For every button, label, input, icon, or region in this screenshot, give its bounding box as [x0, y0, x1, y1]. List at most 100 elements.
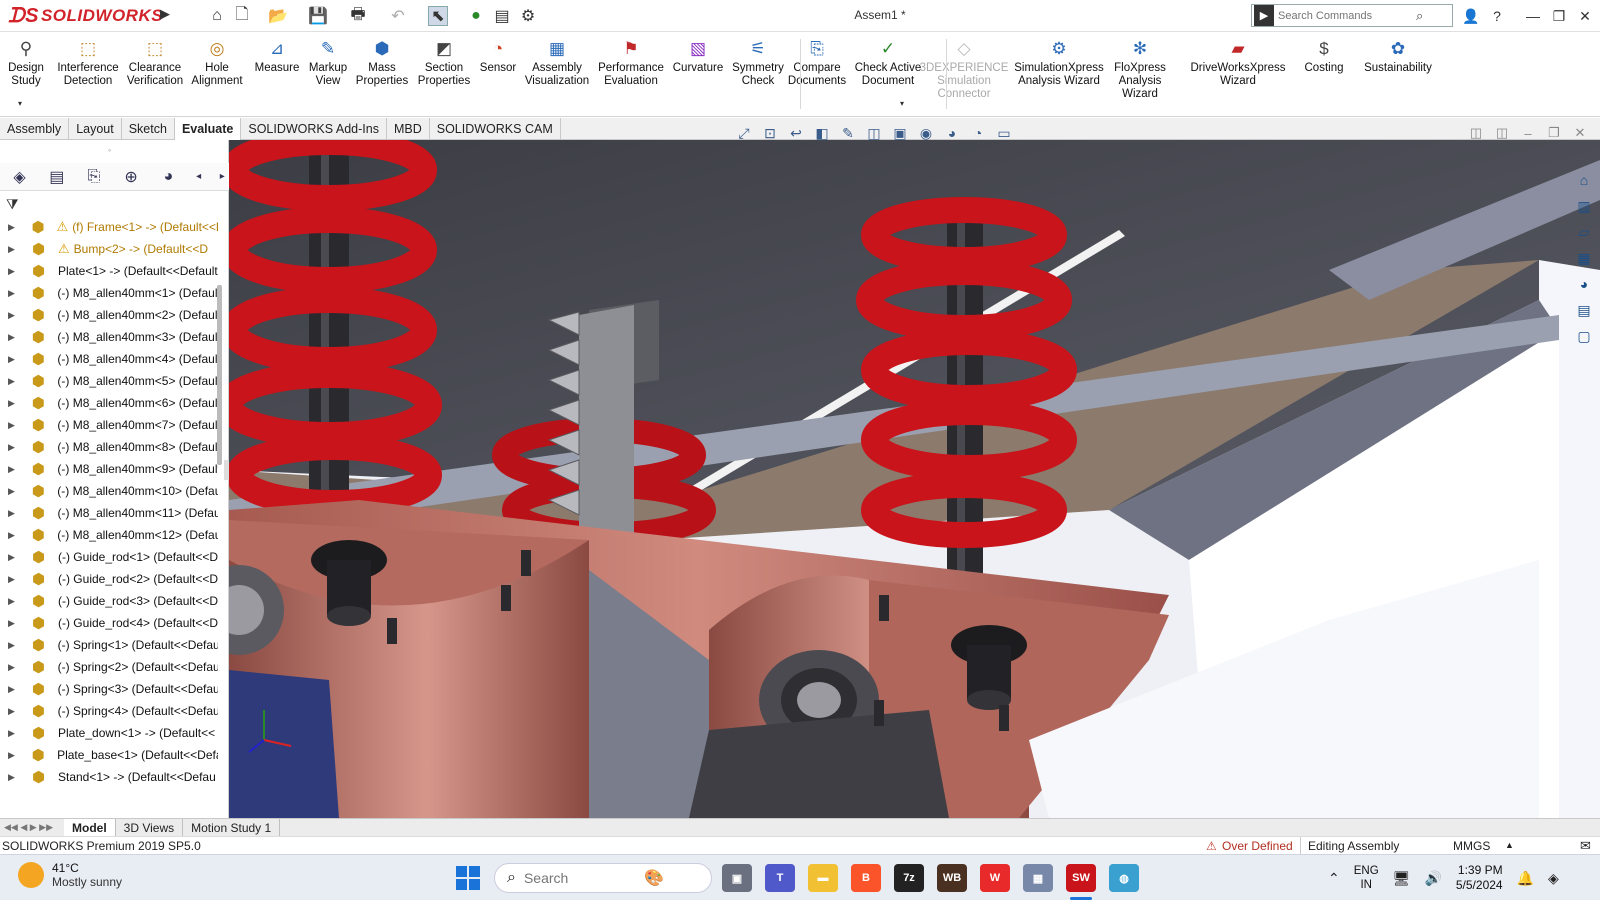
expand-arrow-icon[interactable]: ▶ — [8, 398, 20, 409]
tree-item[interactable]: ▶ ⬢ ⚠ (f) Frame<1> -> (Default<<D — [0, 216, 218, 238]
expand-arrow-icon[interactable]: ▶ — [8, 332, 20, 343]
tree-item[interactable]: ▶ ⬢ (-) Spring<3> (Default<<Defau — [0, 678, 218, 700]
edit-appearance-icon[interactable]: ◕ — [943, 124, 961, 142]
teams-icon[interactable]: T — [765, 864, 795, 892]
graphics-area[interactable] — [229, 140, 1600, 818]
7zip-icon[interactable]: 7z — [894, 864, 924, 892]
tab-scroll-right-icon[interactable]: ▸ — [215, 165, 229, 189]
print-icon[interactable]: 🖶 — [348, 6, 368, 26]
expand-arrow-icon[interactable]: ▶ — [8, 640, 20, 651]
feature-manager-tab-icon[interactable]: ◈ — [6, 165, 33, 189]
simulationxpress-button[interactable]: ⚙ SimulationXpress Analysis Wizard — [1014, 37, 1104, 88]
expand-arrow-icon[interactable]: ▶ — [8, 310, 20, 321]
unit-dropdown-icon[interactable]: ▲ — [1505, 840, 1514, 850]
previous-view-icon[interactable]: ↩ — [787, 124, 805, 142]
expand-arrow-icon[interactable]: ▶ — [8, 266, 20, 277]
expand-arrow-icon[interactable]: ▶ — [8, 706, 20, 717]
search-commands-box[interactable]: ▶ ⌕ — [1251, 4, 1453, 27]
filter-icon[interactable]: ⧩ — [6, 196, 32, 214]
tree-item[interactable]: ▶ ⬢ (-) M8_allen40mm<6> (Default — [0, 392, 218, 414]
weather-widget[interactable]: 41°C Mostly sunny — [18, 861, 122, 889]
view-orientation-icon[interactable]: ◫ — [865, 124, 883, 142]
apply-scene-icon[interactable]: ◔ — [969, 124, 987, 142]
tree-scrollbar[interactable] — [217, 285, 222, 465]
tree-item[interactable]: ▶ ⬢ (-) M8_allen40mm<1> (Default — [0, 282, 218, 304]
taskbar-search[interactable]: ⌕ 🎨 — [494, 863, 712, 893]
search-input[interactable] — [1278, 9, 1416, 22]
bottom-tab-model[interactable]: Model — [64, 819, 116, 836]
tree-item[interactable]: ▶ ⬢ (-) Guide_rod<3> (Default<<D — [0, 590, 218, 612]
expand-arrow-icon[interactable]: ▶ — [8, 222, 19, 233]
options-gear-icon[interactable]: ⚙ — [518, 6, 538, 26]
expand-arrow-icon[interactable]: ▶ — [8, 662, 20, 673]
show-hidden-icons-icon[interactable]: ⌃ — [1328, 870, 1340, 887]
hole-alignment-button[interactable]: ◎ Hole Alignment — [186, 37, 248, 88]
tree-item[interactable]: ▶ ⬢ (-) M8_allen40mm<12> (Defau — [0, 524, 218, 546]
view-settings-icon[interactable]: ▭ — [995, 124, 1013, 142]
solidworks-logo[interactable]: ᗪS SOLIDWORKS — [8, 4, 163, 28]
file-properties-icon[interactable]: ▤ — [492, 6, 512, 26]
design-library-icon[interactable]: ▥ — [1573, 196, 1595, 216]
tree-item[interactable]: ▶ ⬢ (-) Guide_rod<4> (Default<<D — [0, 612, 218, 634]
windows-start-icon[interactable] — [456, 866, 480, 890]
expand-arrow-icon[interactable]: ▶ — [8, 728, 20, 739]
mass-properties-button[interactable]: ⬢ Mass Properties — [354, 37, 410, 88]
notifications-icon[interactable]: 🔔 — [1517, 870, 1534, 887]
solidworks-resources-icon[interactable]: ⌂ — [1573, 170, 1595, 190]
viewport-tile-right-icon[interactable]: ◫ — [1492, 124, 1512, 142]
solidworks-taskbar-icon[interactable]: SW — [1066, 864, 1096, 892]
user-icon[interactable]: 👤 — [1460, 6, 1482, 26]
clearance-verification-button[interactable]: ⬚ Clearance Verification — [124, 37, 186, 88]
view-palette-icon[interactable]: ▦ — [1573, 248, 1595, 268]
expand-arrow-icon[interactable]: ▶ — [8, 750, 20, 761]
minimize-icon[interactable]: — — [1522, 6, 1544, 26]
solidworks-forum-icon[interactable]: ▢ — [1573, 326, 1595, 346]
new-document-icon[interactable]: 🗋 — [232, 6, 252, 26]
task-view-icon[interactable]: ▣ — [722, 864, 752, 892]
tree-item[interactable]: ▶ ⬢ (-) Spring<4> (Default<<Defau — [0, 700, 218, 722]
volume-icon[interactable]: 🔊 — [1424, 870, 1441, 887]
design-study-dropdown-icon[interactable]: ▾ — [18, 99, 22, 108]
tree-item[interactable]: ▶ ⬢ (-) M8_allen40mm<11> (Defau — [0, 502, 218, 524]
tab-navigation-arrows-icon[interactable]: ◀◀ ◀ ▶ ▶▶ — [0, 819, 64, 836]
display-style-icon[interactable]: ▣ — [891, 124, 909, 142]
configuration-manager-tab-icon[interactable]: ⎘ — [80, 165, 107, 189]
expand-arrow-icon[interactable]: ▶ — [8, 244, 20, 255]
tree-item[interactable]: ▶ ⬢ (-) M8_allen40mm<3> (Default — [0, 326, 218, 348]
wps-office-icon[interactable]: W — [980, 864, 1010, 892]
interference-detection-button[interactable]: ⬚ Interference Detection — [54, 37, 122, 88]
tab-layout[interactable]: Layout — [69, 118, 122, 140]
file-explorer-icon[interactable]: ▱ — [1573, 222, 1595, 242]
workbench-app-icon[interactable]: WB — [937, 864, 967, 892]
select-icon[interactable]: ⬉ — [428, 6, 448, 26]
help-icon[interactable]: ? — [1486, 6, 1508, 26]
expand-arrow-icon[interactable]: ▶ — [8, 684, 20, 695]
design-study-button[interactable]: ⚲ Design Study — [4, 37, 48, 88]
language-indicator[interactable]: ENG IN — [1354, 864, 1379, 892]
display-manager-tab-icon[interactable]: ◕ — [155, 165, 182, 189]
expand-arrow-icon[interactable]: ▶ — [8, 288, 20, 299]
curvature-button[interactable]: ▧ Curvature — [670, 37, 726, 75]
tab-mbd[interactable]: MBD — [387, 118, 430, 140]
tree-item[interactable]: ▶ ⬢ (-) M8_allen40mm<2> (Default — [0, 304, 218, 326]
tree-item[interactable]: ▶ ⬢ (-) M8_allen40mm<9> (Default — [0, 458, 218, 480]
costing-button[interactable]: $ Costing — [1294, 37, 1354, 75]
assembly-visualization-button[interactable]: ▦ Assembly Visualization — [522, 37, 592, 88]
bottom-tab-motion-study-1[interactable]: Motion Study 1 — [183, 819, 281, 836]
symmetry-check-button[interactable]: ⚟ Symmetry Check — [730, 37, 786, 88]
markup-view-button[interactable]: ✎ Markup View — [302, 37, 354, 88]
tree-item[interactable]: ▶ ⬢ (-) Spring<2> (Default<<Defau — [0, 656, 218, 678]
tab-scroll-left-icon[interactable]: ◂ — [192, 165, 206, 189]
performance-evaluation-button[interactable]: ⚑ Performance Evaluation — [596, 37, 666, 88]
feedback-icon[interactable]: ✉ — [1580, 838, 1591, 854]
sensor-button[interactable]: ◔ Sensor — [476, 37, 520, 75]
tab-solidworks-cam[interactable]: SOLIDWORKS CAM — [430, 118, 561, 140]
expand-arrow-icon[interactable]: ▶ — [8, 442, 20, 453]
expand-arrow-icon[interactable]: ▶ — [8, 530, 20, 541]
save-icon[interactable]: 💾 — [308, 6, 328, 26]
dimxpert-manager-tab-icon[interactable]: ⊕ — [118, 165, 145, 189]
tree-item[interactable]: ▶ ⬢ ⚠ Bump<2> -> (Default<<D — [0, 238, 218, 260]
zoom-to-fit-icon[interactable]: ⤢ — [735, 124, 753, 142]
viewport-minimize-icon[interactable]: – — [1518, 124, 1538, 142]
expand-arrow-icon[interactable]: ▶ — [8, 376, 20, 387]
